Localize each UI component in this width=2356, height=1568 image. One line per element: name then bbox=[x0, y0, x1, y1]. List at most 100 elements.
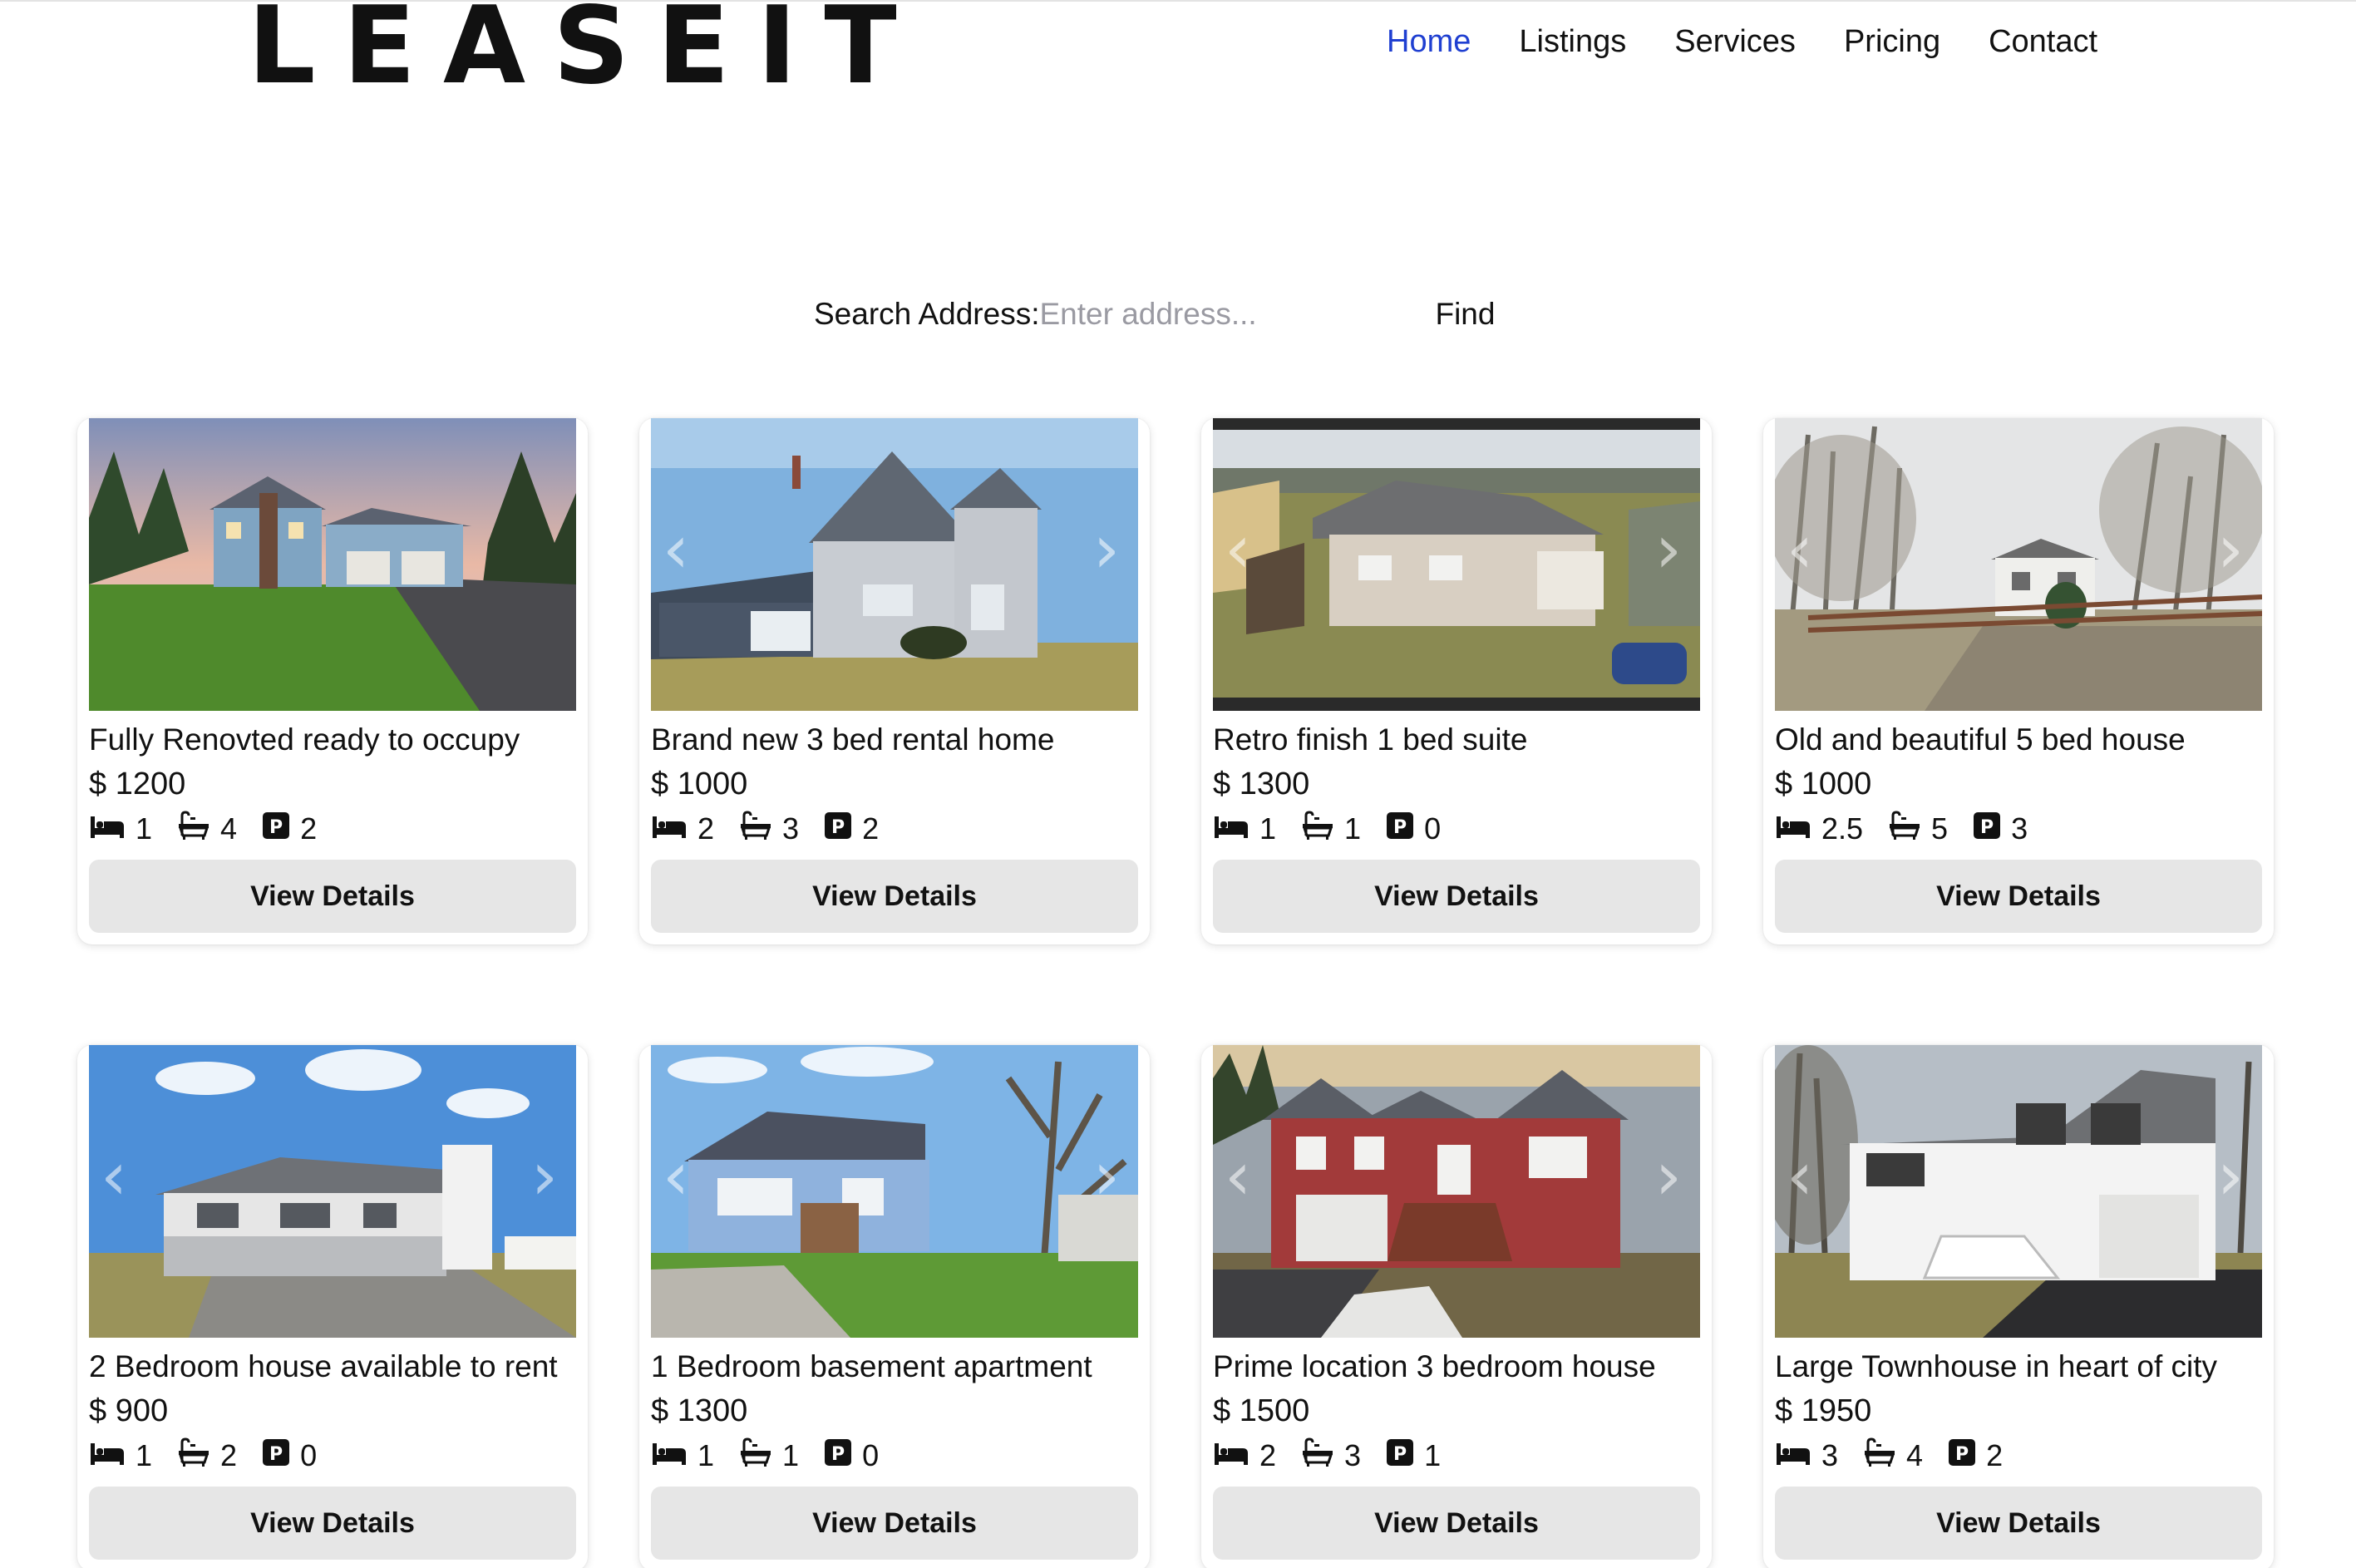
parking-icon: P bbox=[824, 811, 862, 847]
house-photo bbox=[651, 418, 1138, 711]
svg-text:P: P bbox=[831, 1444, 845, 1465]
parking-feature: P 0 bbox=[262, 1438, 317, 1474]
listing-card[interactable]: ‹ › Prime location 3 bedroom house $ 150… bbox=[1201, 1045, 1712, 1568]
view-details-button[interactable]: View Details bbox=[651, 860, 1138, 933]
listing-photo[interactable] bbox=[89, 418, 576, 711]
nav-home[interactable]: Home bbox=[1387, 20, 1471, 63]
parking-count: 2 bbox=[1986, 1438, 2004, 1472]
carousel-next-icon[interactable]: › bbox=[2217, 516, 2250, 583]
listings-grid: Fully Renovted ready to occupy $ 1200 1 … bbox=[77, 418, 2274, 1568]
bathtub-icon bbox=[1863, 1437, 1906, 1475]
carousel-prev-icon[interactable]: ‹ bbox=[1787, 1143, 1820, 1210]
parking-count: 3 bbox=[2011, 811, 2028, 846]
listing-card[interactable]: ‹ › Brand new 3 bed rental home $ 1000 2… bbox=[639, 418, 1150, 944]
carousel-prev-icon[interactable]: ‹ bbox=[1225, 516, 1258, 583]
view-details-button[interactable]: View Details bbox=[89, 860, 576, 933]
beds-feature: 1 bbox=[1213, 811, 1276, 847]
listing-card[interactable]: ‹ › Large Townhouse in heart of city $ 1… bbox=[1763, 1045, 2274, 1568]
bed-icon bbox=[651, 811, 697, 847]
nav-listings[interactable]: Listings bbox=[1519, 20, 1626, 63]
parking-icon: P bbox=[1973, 811, 2011, 847]
svg-text:P: P bbox=[831, 817, 845, 838]
address-search: Search Address: Find bbox=[814, 297, 1495, 332]
beds-feature: 2 bbox=[1213, 1438, 1276, 1474]
beds-feature: 2.5 bbox=[1775, 811, 1863, 847]
listing-price: $ 900 bbox=[89, 1393, 169, 1428]
baths-count: 4 bbox=[220, 811, 238, 846]
nav-services[interactable]: Services bbox=[1674, 20, 1796, 63]
listing-photo[interactable]: ‹ › bbox=[1775, 418, 2262, 711]
baths-feature: 3 bbox=[1301, 1437, 1361, 1475]
view-details-button[interactable]: View Details bbox=[651, 1487, 1138, 1560]
view-details-button[interactable]: View Details bbox=[1213, 860, 1700, 933]
carousel-next-icon[interactable]: › bbox=[1655, 1143, 1688, 1210]
bed-icon bbox=[1775, 1438, 1821, 1474]
carousel-next-icon[interactable]: › bbox=[1093, 516, 1126, 583]
listing-photo[interactable]: ‹ › bbox=[651, 1045, 1138, 1338]
view-details-button[interactable]: View Details bbox=[1775, 1487, 2262, 1560]
parking-count: 0 bbox=[300, 1438, 318, 1472]
parking-feature: P 2 bbox=[824, 811, 879, 847]
listing-photo[interactable]: ‹ › bbox=[1213, 1045, 1700, 1338]
beds-feature: 2 bbox=[651, 811, 714, 847]
listing-photo[interactable]: ‹ › bbox=[1213, 418, 1700, 711]
listing-card[interactable]: Fully Renovted ready to occupy $ 1200 1 … bbox=[77, 418, 588, 944]
listing-features: 2 3 P 2 bbox=[651, 809, 1138, 849]
carousel-prev-icon[interactable]: ‹ bbox=[1225, 1143, 1258, 1210]
bathtub-icon bbox=[739, 1437, 782, 1475]
beds-count: 3 bbox=[1821, 1438, 1839, 1472]
nav-contact[interactable]: Contact bbox=[1989, 20, 2097, 63]
listing-card[interactable]: ‹ › 1 Bedroom basement apartment $ 1300 … bbox=[639, 1045, 1150, 1568]
house-photo bbox=[1775, 1045, 2262, 1338]
parking-feature: P 3 bbox=[1973, 811, 2028, 847]
find-button[interactable]: Find bbox=[1435, 297, 1495, 332]
listing-features: 1 4 P 2 bbox=[89, 809, 576, 849]
site-logo[interactable]: LEASEIT bbox=[248, 0, 924, 100]
parking-icon: P bbox=[1386, 811, 1424, 847]
view-details-button[interactable]: View Details bbox=[89, 1487, 576, 1560]
view-details-button[interactable]: View Details bbox=[1213, 1487, 1700, 1560]
bathtub-icon bbox=[1301, 810, 1344, 848]
carousel-prev-icon[interactable]: ‹ bbox=[663, 1143, 696, 1210]
carousel-prev-icon[interactable]: ‹ bbox=[101, 1143, 134, 1210]
baths-count: 1 bbox=[1344, 811, 1362, 846]
svg-text:P: P bbox=[1393, 1444, 1407, 1465]
listing-features: 3 4 P 2 bbox=[1775, 1436, 2262, 1476]
listing-features: 1 2 P 0 bbox=[89, 1436, 576, 1476]
listing-photo[interactable]: ‹ › bbox=[651, 418, 1138, 711]
baths-feature: 1 bbox=[739, 1437, 799, 1475]
baths-count: 1 bbox=[782, 1438, 800, 1472]
bathtub-icon bbox=[1301, 1437, 1344, 1475]
listing-photo[interactable]: ‹ › bbox=[1775, 1045, 2262, 1338]
listing-card[interactable]: ‹ › Old and beautiful 5 bed house $ 1000… bbox=[1763, 418, 2274, 944]
bed-icon bbox=[1213, 811, 1259, 847]
listing-price: $ 1000 bbox=[1775, 767, 1872, 801]
baths-count: 3 bbox=[782, 811, 800, 846]
listing-card[interactable]: ‹ › Retro finish 1 bed suite $ 1300 1 1 … bbox=[1201, 418, 1712, 944]
carousel-next-icon[interactable]: › bbox=[531, 1143, 564, 1210]
nav-pricing[interactable]: Pricing bbox=[1844, 20, 1940, 63]
search-input[interactable] bbox=[1039, 297, 1456, 332]
carousel-next-icon[interactable]: › bbox=[1093, 1143, 1126, 1210]
bathtub-icon bbox=[177, 1437, 220, 1475]
house-photo bbox=[651, 1045, 1138, 1338]
listing-price: $ 1300 bbox=[651, 1393, 748, 1428]
carousel-prev-icon[interactable]: ‹ bbox=[663, 516, 696, 583]
listing-price: $ 1000 bbox=[651, 767, 748, 801]
listing-card[interactable]: ‹ › 2 Bedroom house available to rent $ … bbox=[77, 1045, 588, 1568]
baths-feature: 2 bbox=[177, 1437, 237, 1475]
listing-title: Large Townhouse in heart of city bbox=[1775, 1349, 2218, 1383]
carousel-prev-icon[interactable]: ‹ bbox=[1787, 516, 1820, 583]
view-details-button[interactable]: View Details bbox=[1775, 860, 2262, 933]
listing-features: 1 1 P 0 bbox=[1213, 809, 1700, 849]
parking-count: 2 bbox=[300, 811, 318, 846]
listing-photo[interactable]: ‹ › bbox=[89, 1045, 576, 1338]
carousel-next-icon[interactable]: › bbox=[1655, 516, 1688, 583]
bathtub-icon bbox=[1888, 810, 1931, 848]
bathtub-icon bbox=[739, 810, 782, 848]
beds-count: 2 bbox=[1259, 1438, 1277, 1472]
main-nav: Home Listings Services Pricing Contact bbox=[1387, 20, 2097, 63]
beds-count: 1 bbox=[136, 1438, 153, 1472]
carousel-next-icon[interactable]: › bbox=[2217, 1143, 2250, 1210]
baths-count: 5 bbox=[1931, 811, 1949, 846]
